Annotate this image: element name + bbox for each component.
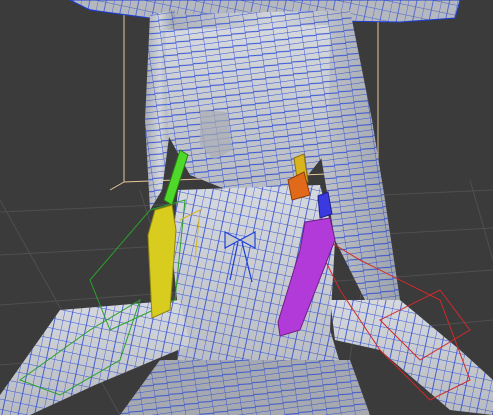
3d-viewport[interactable] [0,0,493,415]
character-mesh[interactable] [0,10,493,415]
viewport-canvas[interactable] [0,0,493,415]
